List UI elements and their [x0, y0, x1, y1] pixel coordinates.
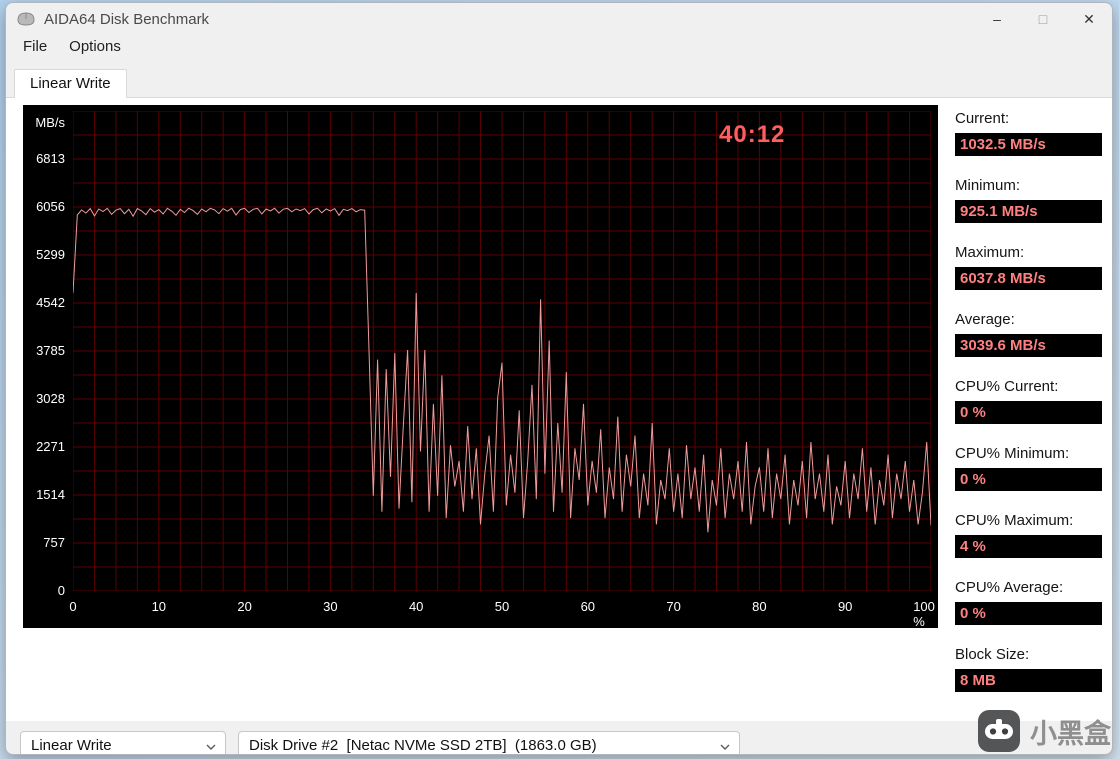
stat-label: CPU% Current: — [955, 378, 1059, 395]
title-bar: AIDA64 Disk Benchmark – □ ✕ — [6, 3, 1112, 35]
x-tick-label: 30 — [323, 599, 338, 614]
stat-value: 0 % — [955, 401, 1102, 424]
stat-label: CPU% Maximum: — [955, 512, 1074, 529]
menu-bar: File Options — [6, 35, 1112, 58]
chevron-down-icon — [719, 740, 731, 752]
heybox-watermark-text: 小黑盒 — [1030, 718, 1111, 749]
y-tick-label: 4542 — [36, 295, 65, 310]
stat-maximum: Maximum: 6037.8 MB/s — [955, 244, 1102, 290]
window-controls: – □ ✕ — [974, 3, 1112, 35]
x-tick-label: 100 % — [913, 599, 935, 629]
x-tick-label: 10 — [151, 599, 167, 614]
stat-value: 0 % — [955, 468, 1102, 491]
heybox-watermark: 小黑盒 — [975, 707, 1111, 755]
stat-cpu-maximum: CPU% Maximum: 4 % — [955, 512, 1102, 558]
y-tick-label: 757 — [43, 535, 65, 550]
y-tick-label: 6813 — [36, 151, 65, 166]
desktop: AIDA64 Disk Benchmark – □ ✕ File Options… — [0, 0, 1119, 759]
chevron-down-icon — [205, 740, 217, 752]
test-type-select[interactable]: Linear Write — [20, 731, 226, 754]
app-window: AIDA64 Disk Benchmark – □ ✕ File Options… — [5, 2, 1113, 755]
stat-label: Block Size: — [955, 646, 1030, 663]
stat-block-size: Block Size: 8 MB — [955, 646, 1102, 692]
stat-cpu-average: CPU% Average: 0 % — [955, 579, 1102, 625]
stat-label: Average: — [955, 311, 1015, 328]
y-tick-label: 5299 — [36, 247, 65, 262]
x-tick-label: 80 — [752, 599, 767, 614]
x-tick-label: 20 — [237, 599, 252, 614]
stat-value: 0 % — [955, 602, 1102, 625]
stat-value: 925.1 MB/s — [955, 200, 1102, 223]
minimize-button[interactable]: – — [974, 3, 1020, 35]
stat-value: 3039.6 MB/s — [955, 334, 1102, 357]
stats-panel: Current: 1032.5 MB/s Minimum: 925.1 MB/s Max… — [938, 105, 1106, 713]
benchmark-plot-svg — [73, 111, 931, 591]
y-tick-label: 2271 — [36, 439, 65, 454]
elapsed-time: 40:12 — [719, 121, 786, 148]
drive-select[interactable]: Disk Drive #2 [Netac NVMe SSD 2TB] (1863… — [238, 731, 740, 754]
close-button[interactable]: ✕ — [1066, 3, 1112, 35]
title-left: AIDA64 Disk Benchmark — [6, 11, 974, 28]
x-tick-label: 60 — [580, 599, 596, 614]
x-tick-label: 0 — [69, 599, 77, 614]
menu-options[interactable]: Options — [58, 35, 132, 58]
y-tick-label: 0 — [57, 583, 65, 598]
stat-cpu-minimum: CPU% Minimum: 0 % — [955, 445, 1102, 491]
y-tick-label: 3028 — [36, 391, 65, 406]
drive-value: Disk Drive #2 [Netac NVMe SSD 2TB] (1863… — [249, 737, 597, 754]
stat-value: 4 % — [955, 535, 1102, 558]
x-tick-label: 70 — [666, 599, 681, 614]
x-tick-label: 40 — [408, 599, 424, 614]
benchmark-chart: MB/s 40:12 0 757 1514 2271 3028 3785 4542 5299 6… — [23, 105, 938, 629]
y-tick-label: 3785 — [36, 343, 65, 358]
x-tick-label: 50 — [494, 599, 510, 614]
plot-area: 40:12 — [73, 111, 931, 591]
window-title: AIDA64 Disk Benchmark — [44, 10, 210, 28]
stat-label: CPU% Minimum: — [955, 445, 1070, 462]
stat-value: 8 MB — [955, 669, 1102, 692]
main-content: MB/s 40:12 0 757 1514 2271 3028 3785 4542 5299 6… — [6, 98, 1112, 721]
stat-current: Current: 1032.5 MB/s — [955, 110, 1102, 156]
y-tick-label: 1514 — [36, 487, 65, 502]
stat-cpu-current: CPU% Current: 0 % — [955, 378, 1102, 424]
test-type-value: Linear Write — [31, 737, 112, 754]
stat-label: Minimum: — [955, 177, 1021, 194]
heybox-logo-icon — [975, 707, 1023, 755]
tab-strip: Linear Write — [6, 68, 1112, 98]
stat-value: 1032.5 MB/s — [955, 133, 1102, 156]
maximize-button[interactable]: □ — [1020, 3, 1066, 35]
stat-value: 6037.8 MB/s — [955, 267, 1102, 290]
tab-linear-write[interactable]: Linear Write — [14, 69, 127, 98]
y-tick-label: 6056 — [36, 199, 65, 214]
x-tick-label: 90 — [837, 599, 853, 614]
stat-label: CPU% Average: — [955, 579, 1064, 596]
controls-row: Linear Write Disk Drive #2 [Netac NVMe S… — [20, 731, 1112, 754]
menu-file[interactable]: File — [12, 35, 58, 58]
stat-label: Current: — [955, 110, 1010, 127]
y-axis-unit-label: MB/s — [35, 115, 65, 130]
stat-minimum: Minimum: 925.1 MB/s — [955, 177, 1102, 223]
stat-average: Average: 3039.6 MB/s — [955, 311, 1102, 357]
app-icon — [16, 11, 36, 27]
stat-label: Maximum: — [955, 244, 1025, 261]
